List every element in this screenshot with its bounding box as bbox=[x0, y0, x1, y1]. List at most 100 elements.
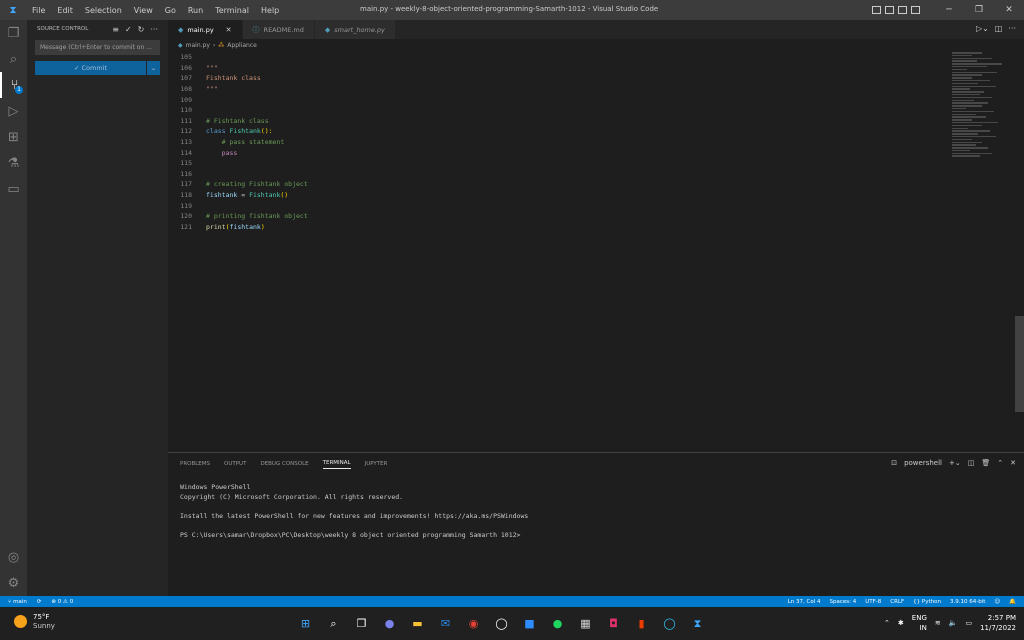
panel-tab-jupyter[interactable]: JUPYTER bbox=[365, 461, 388, 467]
line-ending[interactable]: CRLF bbox=[890, 599, 904, 605]
branch-indicator[interactable]: ⑂ main bbox=[8, 599, 27, 605]
code-line[interactable]: 106 """ bbox=[168, 63, 952, 74]
restore-button[interactable]: ❐ bbox=[964, 5, 994, 15]
tab-smart-home[interactable]: ◆ smart_home.py bbox=[314, 20, 396, 39]
volume-icon[interactable]: 🔈 bbox=[949, 619, 958, 627]
split-editor-icon[interactable]: ◫ bbox=[995, 24, 1003, 33]
testing-icon[interactable]: ⚗ bbox=[0, 150, 27, 176]
cursor-position[interactable]: Ln 37, Col 4 bbox=[788, 599, 821, 605]
run-debug-icon[interactable]: ▷ bbox=[0, 98, 27, 124]
extensions-icon[interactable]: ⊞ bbox=[0, 124, 27, 150]
toggle-secondary-sidebar-icon[interactable] bbox=[898, 6, 907, 14]
code-line[interactable]: 116 bbox=[168, 169, 952, 180]
menu-view[interactable]: View bbox=[128, 6, 159, 15]
panel-tab-output[interactable]: OUTPUT bbox=[224, 461, 246, 467]
zoom-icon[interactable]: ■ bbox=[520, 614, 539, 633]
source-control-icon[interactable]: ⑂ 1 bbox=[0, 72, 27, 98]
remote-explorer-icon[interactable]: ▭ bbox=[0, 176, 27, 202]
notifications-bell-icon[interactable]: 🔔 bbox=[1009, 599, 1016, 605]
toggle-panel-icon[interactable] bbox=[885, 6, 894, 14]
vscode-taskbar-icon[interactable]: ⧗ bbox=[688, 614, 707, 633]
code-editor[interactable]: 105 106 """ 107 Fishtank class 108 """ 109 110 11… bbox=[168, 52, 952, 452]
menu-terminal[interactable]: Terminal bbox=[209, 6, 255, 15]
spotify-icon[interactable]: ● bbox=[548, 614, 567, 633]
view-as-list-icon[interactable]: ≡ bbox=[112, 25, 119, 34]
battery-icon[interactable]: ▭ bbox=[965, 619, 972, 627]
new-terminal-icon[interactable]: +⌄ bbox=[949, 459, 961, 467]
teams-chat-icon[interactable]: ● bbox=[380, 614, 399, 633]
menu-selection[interactable]: Selection bbox=[79, 6, 128, 15]
settings-gear-icon[interactable]: ⚙ bbox=[0, 570, 27, 596]
code-line[interactable]: 121 print(fishtank) bbox=[168, 222, 952, 233]
code-line[interactable]: 112 class Fishtank(): bbox=[168, 126, 952, 137]
mail-icon[interactable]: ✉ bbox=[436, 614, 455, 633]
language-mode[interactable]: {} Python bbox=[913, 599, 941, 605]
more-actions-icon[interactable]: ··· bbox=[150, 25, 158, 34]
menu-help[interactable]: Help bbox=[255, 6, 285, 15]
close-panel-icon[interactable]: ✕ bbox=[1010, 459, 1016, 467]
minimize-button[interactable]: ─ bbox=[934, 5, 964, 15]
commit-dropdown-icon[interactable]: ⌄ bbox=[147, 61, 160, 75]
search-icon[interactable]: ⌕ bbox=[0, 46, 27, 72]
problems-indicator[interactable]: ⊗ 0 ⚠ 0 bbox=[51, 599, 73, 605]
language-indicator[interactable]: ENG bbox=[912, 613, 927, 623]
code-line[interactable]: 108 """ bbox=[168, 84, 952, 95]
code-line[interactable]: 113 # pass statement bbox=[168, 137, 952, 148]
commit-button[interactable]: ✓ Commit bbox=[35, 61, 146, 75]
code-line[interactable]: 119 bbox=[168, 200, 952, 211]
tab-readme[interactable]: ⓘ README.md bbox=[242, 20, 315, 39]
code-line[interactable]: 115 bbox=[168, 158, 952, 169]
editor-more-icon[interactable]: ··· bbox=[1008, 24, 1016, 33]
calendar-app-icon[interactable]: ▦ bbox=[576, 614, 595, 633]
task-view-icon[interactable]: ❐ bbox=[352, 614, 371, 633]
instagram-icon[interactable]: ◘ bbox=[604, 614, 623, 633]
close-window-button[interactable]: ✕ bbox=[994, 5, 1024, 15]
code-line[interactable]: 117 # creating Fishtank object bbox=[168, 179, 952, 190]
terminal-output[interactable]: Windows PowerShell Copyright (C) Microsof… bbox=[168, 475, 1024, 548]
breadcrumb-symbol[interactable]: Appliance bbox=[227, 42, 257, 49]
menu-run[interactable]: Run bbox=[182, 6, 209, 15]
breadcrumb-file[interactable]: main.py bbox=[186, 42, 210, 49]
indentation[interactable]: Spaces: 4 bbox=[830, 599, 857, 605]
toggle-sidebar-icon[interactable] bbox=[872, 6, 881, 14]
run-file-icon[interactable]: ▷⌄ bbox=[976, 24, 989, 33]
tab-main-py[interactable]: ◆ main.py ✕ bbox=[168, 20, 243, 39]
dell-icon[interactable]: ◯ bbox=[492, 614, 511, 633]
code-line[interactable]: 120 # printing fishtank object bbox=[168, 211, 952, 222]
customize-layout-icon[interactable] bbox=[911, 6, 920, 14]
chrome-icon[interactable]: ◉ bbox=[464, 614, 483, 633]
weather-widget[interactable]: 75°F Sunny bbox=[14, 613, 55, 630]
code-line[interactable]: 107 Fishtank class bbox=[168, 73, 952, 84]
terminal-shell-label[interactable]: powershell bbox=[904, 459, 942, 467]
editor-scrollbar[interactable] bbox=[1015, 316, 1024, 412]
kill-terminal-icon[interactable]: 🗑 bbox=[981, 459, 990, 467]
menu-go[interactable]: Go bbox=[159, 6, 182, 15]
code-line[interactable]: 118 fishtank = Fishtank() bbox=[168, 190, 952, 201]
panel-tab-terminal[interactable]: TERMINAL bbox=[322, 460, 351, 469]
close-tab-icon[interactable]: ✕ bbox=[226, 26, 232, 34]
code-line[interactable]: 105 bbox=[168, 52, 952, 63]
feedback-icon[interactable]: ☺ bbox=[994, 599, 1000, 605]
windows-start-icon[interactable]: ⊞ bbox=[296, 614, 315, 633]
sync-icon[interactable]: ⟳ bbox=[37, 599, 42, 605]
code-line[interactable]: 111 # Fishtank class bbox=[168, 116, 952, 127]
refresh-icon[interactable]: ↻ bbox=[138, 25, 145, 34]
wifi-icon[interactable]: ≋ bbox=[935, 619, 941, 627]
accounts-icon[interactable]: ◎ bbox=[0, 544, 27, 570]
panel-tab-problems[interactable]: PROBLEMS bbox=[180, 461, 210, 467]
menu-edit[interactable]: Edit bbox=[51, 6, 79, 15]
minimap[interactable] bbox=[952, 52, 1014, 182]
explorer-icon[interactable]: ❐ bbox=[0, 20, 27, 46]
code-line[interactable]: 109 bbox=[168, 94, 952, 105]
code-line[interactable]: 110 bbox=[168, 105, 952, 116]
code-line[interactable]: 114 pass bbox=[168, 147, 952, 158]
menu-file[interactable]: File bbox=[26, 6, 51, 15]
alexa-icon[interactable]: ◯ bbox=[660, 614, 679, 633]
file-explorer-icon[interactable]: ▬ bbox=[408, 614, 427, 633]
split-terminal-icon[interactable]: ◫ bbox=[968, 459, 975, 467]
color-picker-tray-icon[interactable]: ✱ bbox=[898, 619, 904, 627]
office-icon[interactable]: ▮ bbox=[632, 614, 651, 633]
clock[interactable]: 2:57 PM 11/7/2022 bbox=[980, 613, 1016, 633]
show-hidden-icons-icon[interactable]: ⌃ bbox=[884, 619, 890, 627]
search-icon[interactable]: ⌕ bbox=[324, 614, 343, 633]
